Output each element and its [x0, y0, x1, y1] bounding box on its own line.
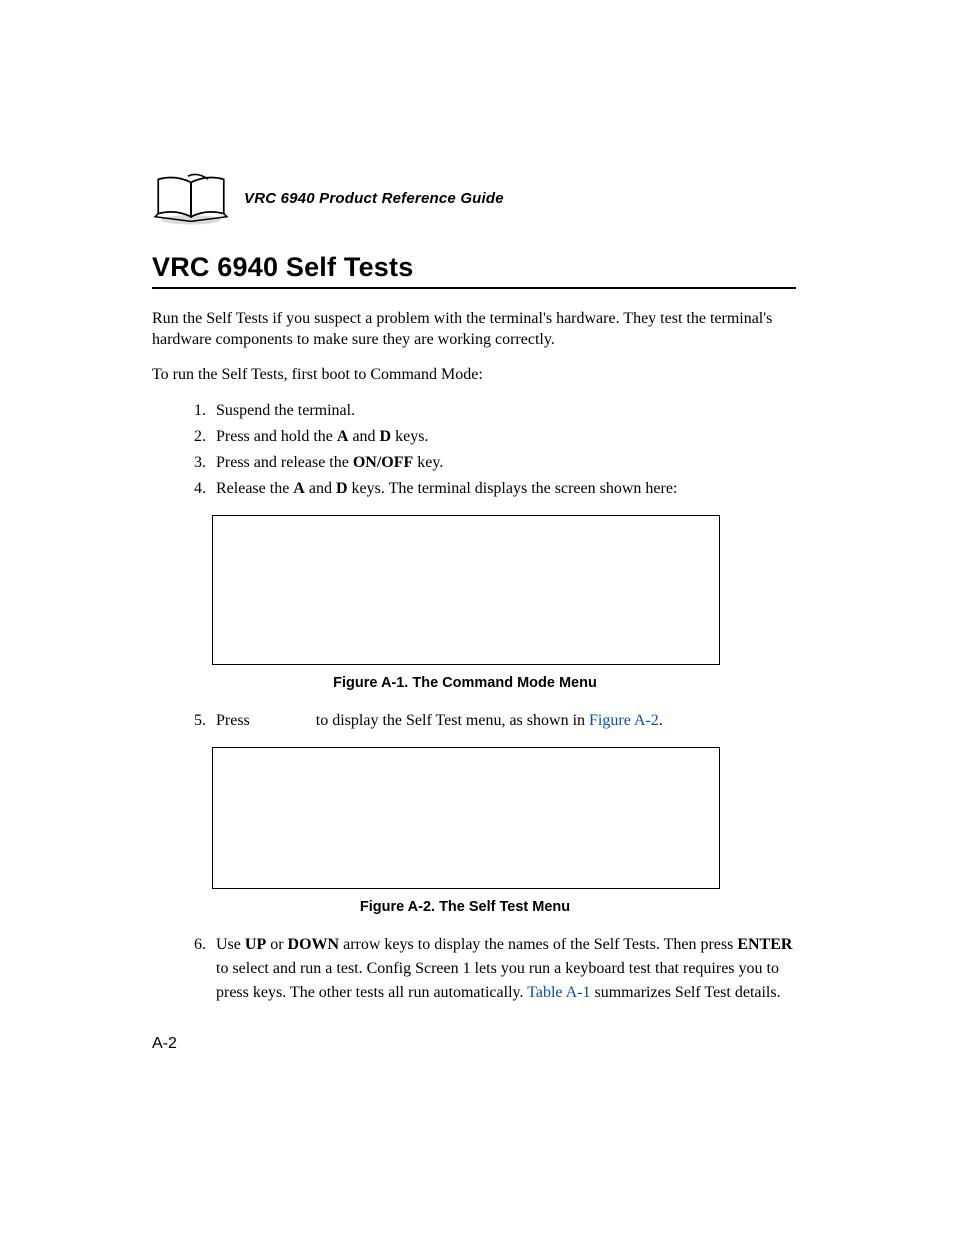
- intro-paragraph-2: To run the Self Tests, first boot to Com…: [152, 365, 796, 386]
- step-6-text-pre: Use: [216, 936, 245, 953]
- key-onoff: ON/OFF: [353, 454, 413, 471]
- steps-list-cont2: Use UP or DOWN arrow keys to display the…: [180, 933, 796, 1005]
- step-6-text-mid1: or: [266, 936, 287, 953]
- step-1: Suspend the terminal.: [210, 399, 796, 423]
- document-page: VRC 6940 Product Reference Guide VRC 694…: [0, 0, 954, 1235]
- step-4-text-mid: and: [305, 480, 336, 497]
- step-1-text: Suspend the terminal.: [216, 402, 355, 419]
- steps-list-cont: Press to display the Self Test menu, as …: [180, 709, 796, 733]
- figure-a2-box: [212, 747, 720, 889]
- section-title: VRC 6940 Self Tests: [152, 252, 796, 283]
- key-d-2: D: [336, 480, 348, 497]
- step-5-text-mid: to display the Self Test menu, as shown …: [312, 712, 589, 729]
- step-2-text-mid: and: [348, 428, 379, 445]
- step-6-text-post: summarizes Self Test details.: [591, 984, 781, 1001]
- step-6: Use UP or DOWN arrow keys to display the…: [210, 933, 796, 1005]
- step-5-text-pre: Press: [216, 712, 254, 729]
- key-a: A: [337, 428, 349, 445]
- open-book-icon: [152, 168, 230, 228]
- step-2-text-pre: Press and hold the: [216, 428, 337, 445]
- step-5: Press to display the Self Test menu, as …: [210, 709, 796, 733]
- step-3-text-pre: Press and release the: [216, 454, 353, 471]
- page-number: A-2: [152, 1035, 177, 1053]
- step-4-text-post: keys. The terminal displays the screen s…: [348, 480, 678, 497]
- running-head-text: VRC 6940 Product Reference Guide: [244, 190, 504, 207]
- intro-paragraph-1: Run the Self Tests if you suspect a prob…: [152, 309, 796, 351]
- key-d: D: [380, 428, 392, 445]
- section-title-rule: [152, 287, 796, 289]
- step-4-text-pre: Release the: [216, 480, 293, 497]
- key-up: UP: [245, 936, 266, 953]
- step-3: Press and release the ON/OFF key.: [210, 451, 796, 475]
- step-4: Release the A and D keys. The terminal d…: [210, 477, 796, 501]
- step-2: Press and hold the A and D keys.: [210, 425, 796, 449]
- key-enter: ENTER: [737, 936, 792, 953]
- figure-a2-ref[interactable]: Figure A-2: [589, 712, 659, 729]
- step-6-text-mid2: arrow keys to display the names of the S…: [339, 936, 737, 953]
- step-5-text-post: .: [659, 712, 663, 729]
- steps-list: Suspend the terminal. Press and hold the…: [180, 399, 796, 501]
- step-3-text-post: key.: [413, 454, 443, 471]
- step-2-text-post: keys.: [391, 428, 428, 445]
- key-down: DOWN: [288, 936, 340, 953]
- figure-a2-caption: Figure A-2. The Self Test Menu: [212, 899, 718, 915]
- key-a-2: A: [293, 480, 305, 497]
- figure-a1-caption: Figure A-1. The Command Mode Menu: [212, 675, 718, 691]
- running-head: VRC 6940 Product Reference Guide: [152, 168, 796, 228]
- figure-a1-box: [212, 515, 720, 665]
- table-a1-ref[interactable]: Table A-1: [527, 984, 590, 1001]
